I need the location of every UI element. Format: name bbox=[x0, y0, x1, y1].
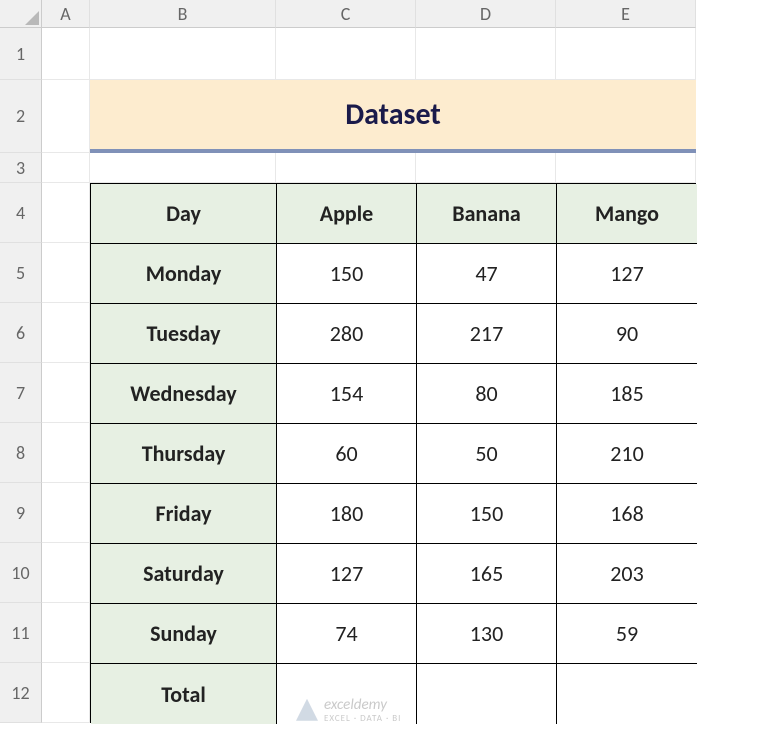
total-label[interactable]: Total bbox=[91, 664, 277, 724]
cell-total-mango[interactable] bbox=[557, 664, 697, 724]
watermark-logo-icon bbox=[296, 699, 318, 721]
cell-B1[interactable] bbox=[90, 28, 276, 80]
cell-mon-mango[interactable]: 127 bbox=[557, 244, 697, 304]
cell-E3[interactable] bbox=[556, 153, 696, 183]
day-wednesday[interactable]: Wednesday bbox=[91, 364, 277, 424]
row-header-8[interactable]: 8 bbox=[0, 423, 42, 483]
row-header-7[interactable]: 7 bbox=[0, 363, 42, 423]
cell-mon-banana[interactable]: 47 bbox=[417, 244, 557, 304]
cell-thu-mango[interactable]: 210 bbox=[557, 424, 697, 484]
watermark: exceldemy EXCEL · DATA · BI bbox=[296, 697, 401, 723]
day-tuesday[interactable]: Tuesday bbox=[91, 304, 277, 364]
cell-wed-banana[interactable]: 80 bbox=[417, 364, 557, 424]
cell-A8[interactable] bbox=[42, 423, 90, 483]
cell-A10[interactable] bbox=[42, 543, 90, 603]
cell-thu-banana[interactable]: 50 bbox=[417, 424, 557, 484]
cell-tue-mango[interactable]: 90 bbox=[557, 304, 697, 364]
row-header-5[interactable]: 5 bbox=[0, 243, 42, 303]
col-header-A[interactable]: A bbox=[42, 0, 90, 28]
spreadsheet-grid: A B C D E 1 2 Dataset 3 4 5 6 7 8 9 10 1… bbox=[0, 0, 767, 723]
col-header-D[interactable]: D bbox=[416, 0, 556, 28]
day-friday[interactable]: Friday bbox=[91, 484, 277, 544]
col-header-E[interactable]: E bbox=[556, 0, 696, 28]
row-header-6[interactable]: 6 bbox=[0, 303, 42, 363]
cell-D1[interactable] bbox=[416, 28, 556, 80]
cell-fri-mango[interactable]: 168 bbox=[557, 484, 697, 544]
cell-tue-banana[interactable]: 217 bbox=[417, 304, 557, 364]
cell-wed-mango[interactable]: 185 bbox=[557, 364, 697, 424]
cell-total-banana[interactable] bbox=[417, 664, 557, 724]
cell-C1[interactable] bbox=[276, 28, 416, 80]
cell-A7[interactable] bbox=[42, 363, 90, 423]
day-thursday[interactable]: Thursday bbox=[91, 424, 277, 484]
cell-E1[interactable] bbox=[556, 28, 696, 80]
row-header-4[interactable]: 4 bbox=[0, 183, 42, 243]
cell-A1[interactable] bbox=[42, 28, 90, 80]
cell-A11[interactable] bbox=[42, 603, 90, 663]
cell-sat-banana[interactable]: 165 bbox=[417, 544, 557, 604]
row-header-3[interactable]: 3 bbox=[0, 153, 42, 183]
row-header-2[interactable]: 2 bbox=[0, 80, 42, 153]
cell-fri-apple[interactable]: 180 bbox=[277, 484, 417, 544]
header-mango[interactable]: Mango bbox=[557, 184, 697, 244]
day-monday[interactable]: Monday bbox=[91, 244, 277, 304]
cell-A2[interactable] bbox=[42, 80, 90, 153]
cell-A3[interactable] bbox=[42, 153, 90, 183]
cell-fri-banana[interactable]: 150 bbox=[417, 484, 557, 544]
header-day[interactable]: Day bbox=[91, 184, 277, 244]
day-sunday[interactable]: Sunday bbox=[91, 604, 277, 664]
cell-thu-apple[interactable]: 60 bbox=[277, 424, 417, 484]
cell-C3[interactable] bbox=[276, 153, 416, 183]
day-saturday[interactable]: Saturday bbox=[91, 544, 277, 604]
cell-A5[interactable] bbox=[42, 243, 90, 303]
header-banana[interactable]: Banana bbox=[417, 184, 557, 244]
row-header-10[interactable]: 10 bbox=[0, 543, 42, 603]
col-header-C[interactable]: C bbox=[276, 0, 416, 28]
cell-sun-banana[interactable]: 130 bbox=[417, 604, 557, 664]
cell-sat-apple[interactable]: 127 bbox=[277, 544, 417, 604]
row-header-9[interactable]: 9 bbox=[0, 483, 42, 543]
watermark-text: exceldemy EXCEL · DATA · BI bbox=[324, 697, 401, 723]
cell-sun-mango[interactable]: 59 bbox=[557, 604, 697, 664]
cell-A6[interactable] bbox=[42, 303, 90, 363]
header-apple[interactable]: Apple bbox=[277, 184, 417, 244]
cell-D3[interactable] bbox=[416, 153, 556, 183]
row-header-1[interactable]: 1 bbox=[0, 28, 42, 80]
dataset-title[interactable]: Dataset bbox=[90, 80, 696, 153]
cell-A4[interactable] bbox=[42, 183, 90, 243]
cell-sat-mango[interactable]: 203 bbox=[557, 544, 697, 604]
select-all-corner[interactable] bbox=[0, 0, 42, 28]
cell-A12[interactable] bbox=[42, 663, 90, 723]
cell-B3[interactable] bbox=[90, 153, 276, 183]
cell-tue-apple[interactable]: 280 bbox=[277, 304, 417, 364]
col-header-B[interactable]: B bbox=[90, 0, 276, 28]
data-table: Day Apple Banana Mango Monday 150 47 127… bbox=[90, 183, 696, 723]
cell-sun-apple[interactable]: 74 bbox=[277, 604, 417, 664]
cell-A9[interactable] bbox=[42, 483, 90, 543]
cell-mon-apple[interactable]: 150 bbox=[277, 244, 417, 304]
row-header-12[interactable]: 12 bbox=[0, 663, 42, 723]
cell-wed-apple[interactable]: 154 bbox=[277, 364, 417, 424]
row-header-11[interactable]: 11 bbox=[0, 603, 42, 663]
